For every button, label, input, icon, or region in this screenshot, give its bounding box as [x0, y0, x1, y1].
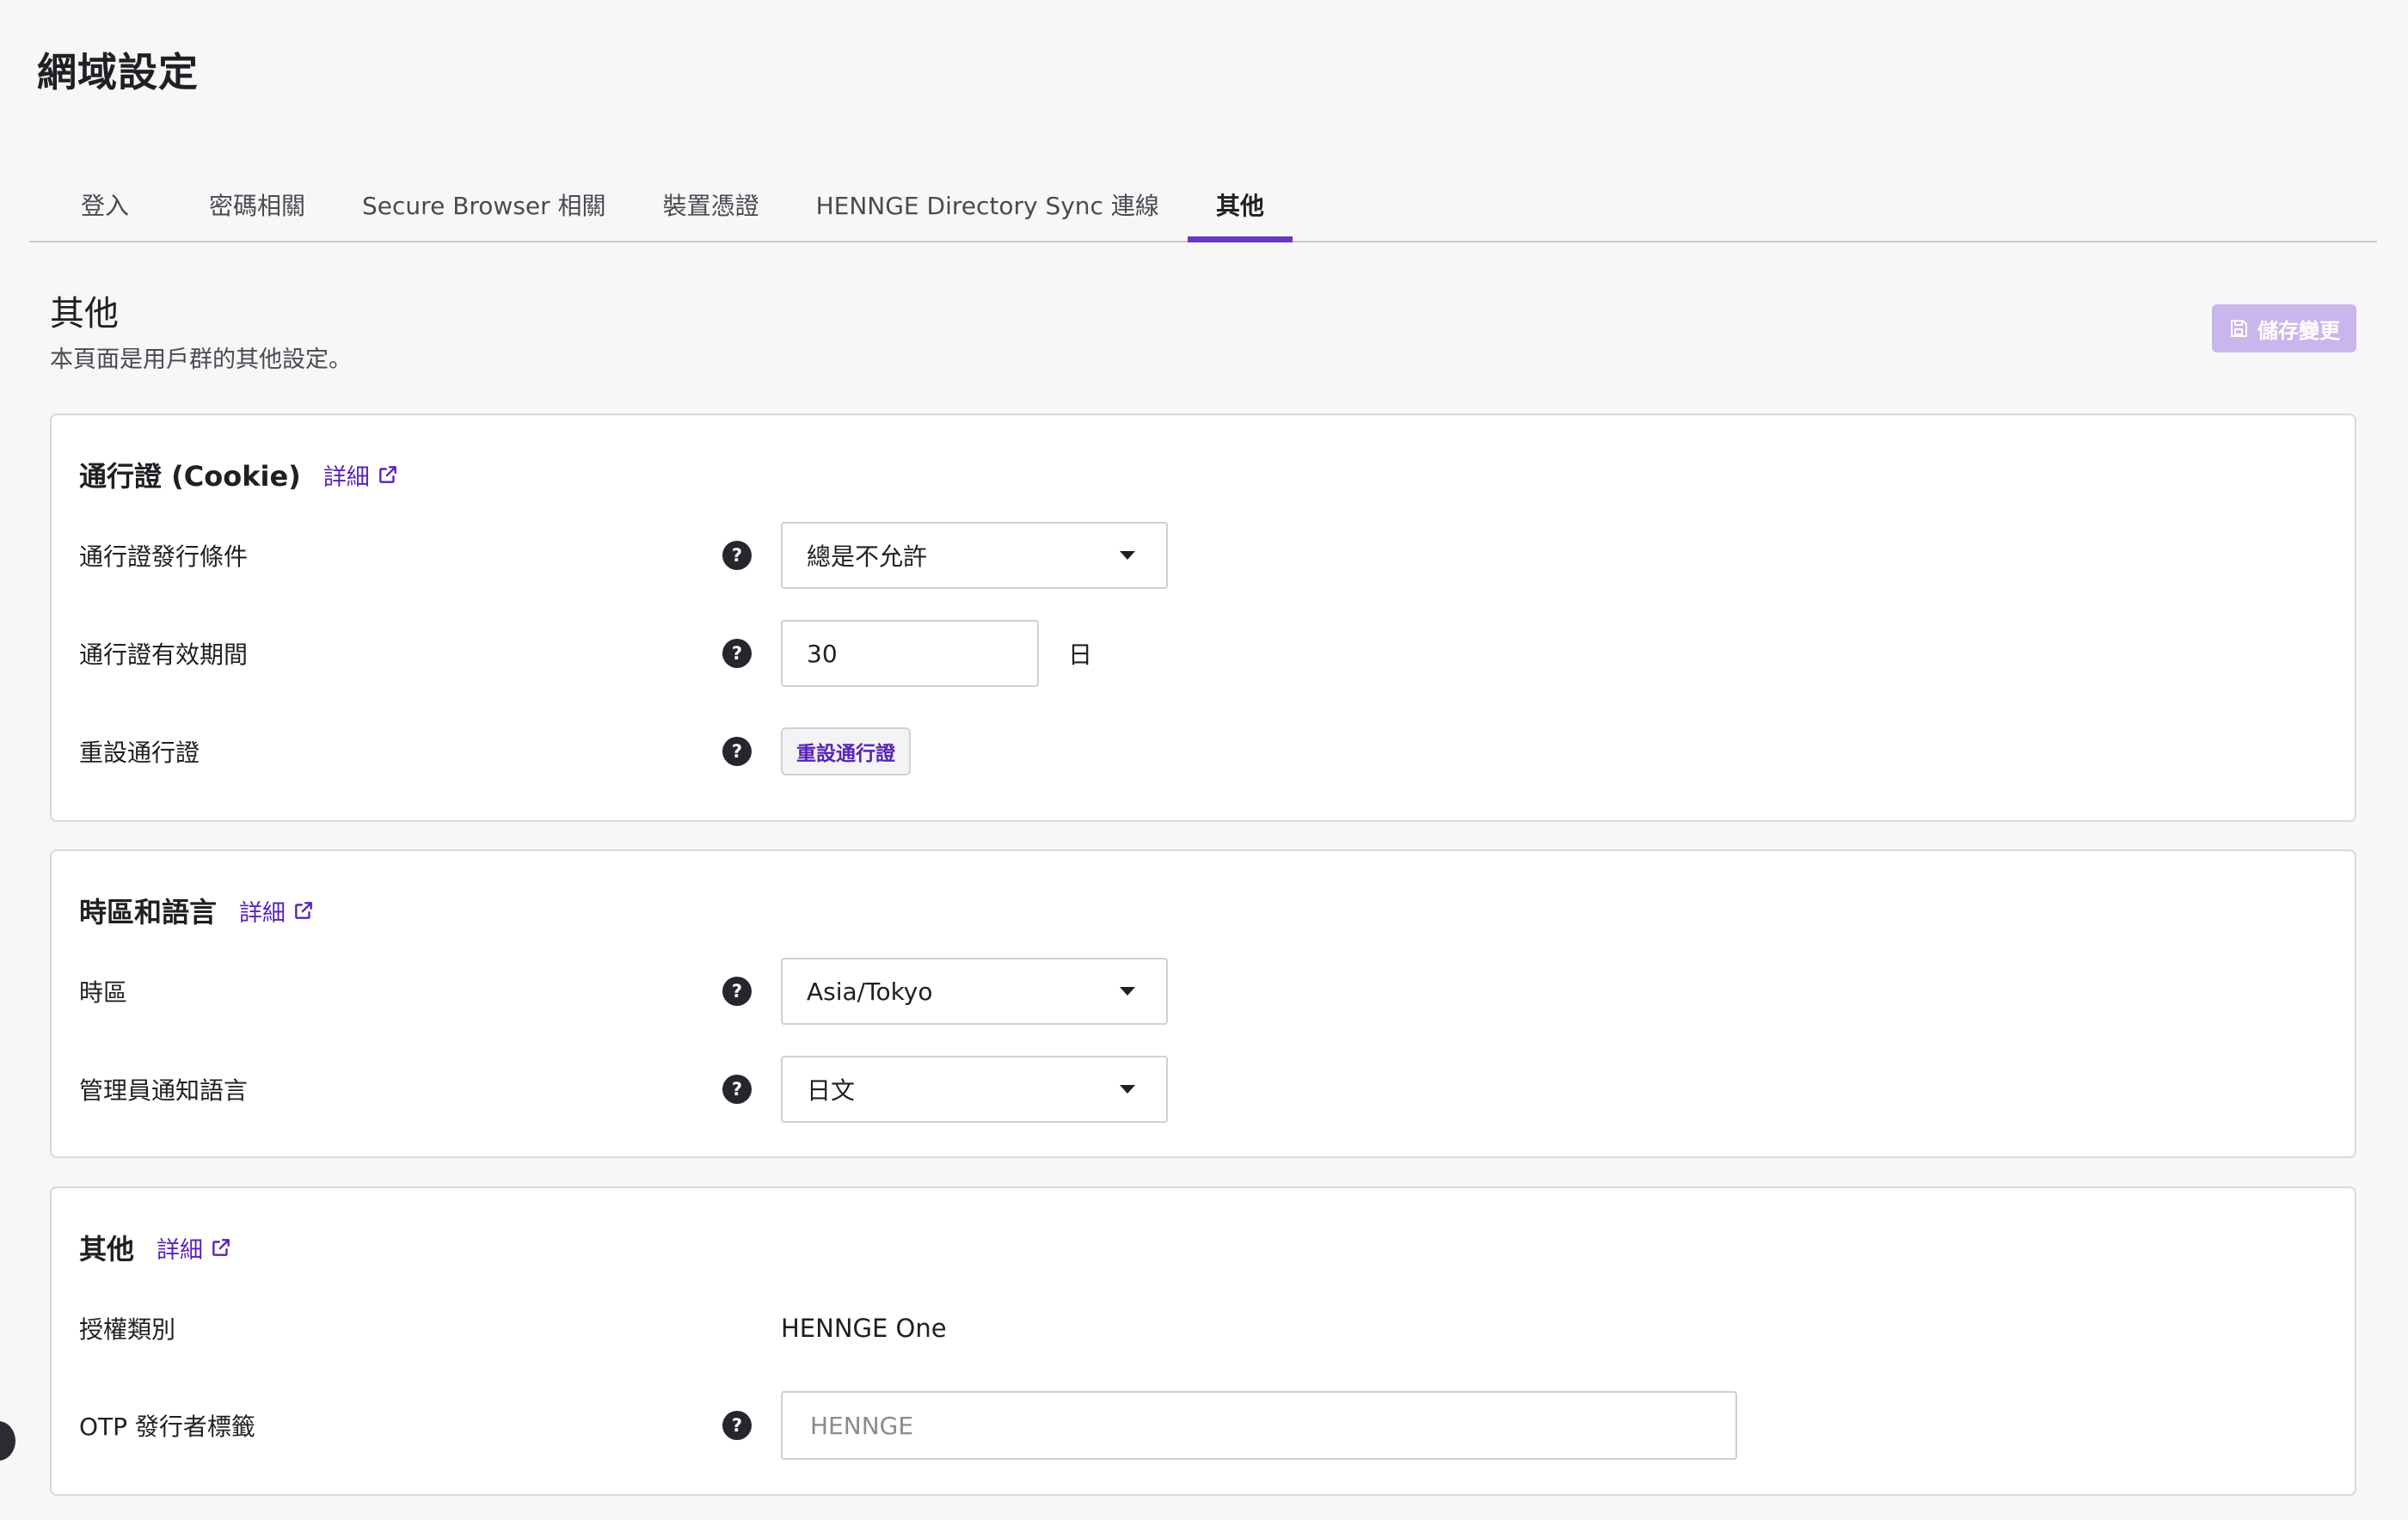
locale-card: 時區和語言 詳細 時區 ? Asia/Tokyo 管理員通知語言 ? 日文 [50, 849, 2356, 1158]
tab-secure-browser[interactable]: Secure Browser 相關 [334, 169, 635, 241]
otp-issuer-input[interactable] [781, 1391, 1737, 1460]
svg-text:?: ? [732, 1415, 742, 1436]
detail-link-label: 詳細 [157, 1236, 204, 1264]
question-circle-icon[interactable]: ? [722, 1074, 752, 1105]
admin-language-row: 管理員通知語言 ? 日文 [79, 1056, 2327, 1123]
page-title: 網域設定 [37, 49, 199, 95]
license-row: 授權類別 HENNGE One [79, 1295, 2327, 1362]
tab-label: 登入 [81, 192, 130, 220]
detail-link-label: 詳細 [322, 463, 370, 491]
locale-card-title: 時區和語言 [79, 896, 218, 929]
section-title: 其他 [50, 294, 119, 334]
question-circle-icon[interactable]: ? [722, 638, 752, 669]
admin-language-label: 管理員通知語言 [79, 1076, 249, 1105]
tab-bar: 登入 密碼相關 Secure Browser 相關 裝置憑證 HENNGE Di… [29, 169, 2377, 242]
locale-card-header: 時區和語言 詳細 [79, 891, 315, 930]
tab-label: Secure Browser 相關 [362, 192, 606, 220]
external-link-icon [377, 463, 399, 486]
license-label: 授權類別 [79, 1315, 176, 1344]
cookie-card-header: 通行證 (Cookie) 詳細 [79, 455, 399, 494]
external-link-icon [292, 899, 315, 922]
select-value: Asia/Tokyo [807, 977, 933, 1006]
select-value: 日文 [807, 1076, 856, 1105]
other-card-title: 其他 [79, 1233, 135, 1266]
svg-text:?: ? [732, 1079, 742, 1100]
tab-label: 密碼相關 [209, 192, 306, 220]
save-button-label: 儲存變更 [2258, 318, 2340, 343]
timezone-row: 時區 ? Asia/Tokyo [79, 958, 2327, 1025]
issue-condition-select[interactable]: 總是不允許 [781, 522, 1168, 589]
floppy-disk-icon [2228, 318, 2249, 339]
floating-handle[interactable] [0, 1421, 15, 1461]
tab-label: HENNGE Directory Sync 連線 [815, 192, 1159, 220]
external-link-icon [210, 1236, 232, 1259]
other-card-header: 其他 詳細 [79, 1228, 232, 1267]
detail-link-label: 詳細 [239, 899, 286, 927]
reset-cookie-row: 重設通行證 ? 重設通行證 [79, 718, 2327, 785]
question-circle-icon[interactable]: ? [722, 736, 752, 767]
cookie-card: 通行證 (Cookie) 詳細 通行證發行條件 ? 總是不允許 通行證有效期間 … [50, 414, 2356, 822]
otp-issuer-label: OTP 發行者標籤 [79, 1413, 255, 1441]
validity-label: 通行證有效期間 [79, 640, 249, 669]
validity-unit-label: 日 [1068, 640, 1093, 669]
tab-login[interactable]: 登入 [29, 169, 181, 241]
tab-other[interactable]: 其他 [1187, 169, 1293, 242]
tab-password[interactable]: 密碼相關 [181, 169, 334, 241]
locale-detail-link[interactable]: 詳細 [239, 894, 315, 928]
caret-down-icon [1120, 987, 1135, 996]
tab-device-certificate[interactable]: 裝置憑證 [635, 169, 788, 241]
validity-row: 通行證有效期間 ? 日 [79, 620, 2327, 687]
validity-days-input[interactable] [781, 620, 1039, 687]
otp-issuer-row: OTP 發行者標籤 ? [79, 1391, 2327, 1460]
caret-down-icon [1120, 1085, 1135, 1094]
tab-label: 裝置憑證 [662, 192, 759, 220]
reset-cookie-label: 重設通行證 [79, 739, 200, 767]
question-circle-icon[interactable]: ? [722, 540, 752, 571]
caret-down-icon [1120, 551, 1135, 560]
section-subtitle: 本頁面是用戶群的其他設定。 [50, 346, 352, 373]
timezone-label: 時區 [79, 978, 128, 1007]
license-value: HENNGE One [781, 1314, 947, 1343]
svg-text:?: ? [732, 741, 742, 762]
question-circle-icon[interactable]: ? [722, 976, 752, 1007]
other-card: 其他 詳細 授權類別 HENNGE One OTP 發行者標籤 ? [50, 1186, 2356, 1496]
tab-directory-sync[interactable]: HENNGE Directory Sync 連線 [788, 169, 1188, 241]
other-detail-link[interactable]: 詳細 [157, 1231, 232, 1265]
select-value: 總是不允許 [807, 542, 928, 571]
question-circle-icon[interactable]: ? [722, 1410, 752, 1441]
admin-language-select[interactable]: 日文 [781, 1056, 1168, 1123]
svg-text:?: ? [732, 981, 742, 1002]
cookie-detail-link[interactable]: 詳細 [323, 458, 399, 492]
svg-text:?: ? [732, 643, 742, 664]
issue-condition-label: 通行證發行條件 [79, 542, 249, 571]
cookie-card-title: 通行證 (Cookie) [79, 460, 301, 493]
save-changes-button[interactable]: 儲存變更 [2212, 304, 2356, 352]
reset-cookie-button[interactable]: 重設通行證 [781, 727, 911, 775]
tab-label: 其他 [1215, 192, 1264, 220]
svg-text:?: ? [732, 545, 742, 566]
timezone-select[interactable]: Asia/Tokyo [781, 958, 1168, 1025]
issue-condition-row: 通行證發行條件 ? 總是不允許 [79, 522, 2327, 589]
